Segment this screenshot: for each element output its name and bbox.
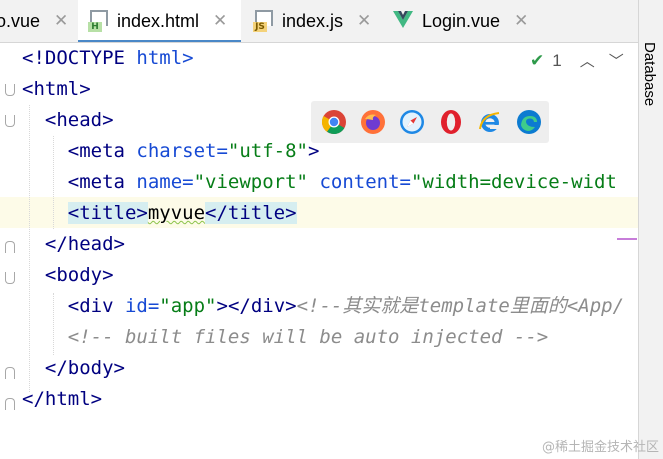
tab-app-vue[interactable]: o.vue ✕ xyxy=(0,0,68,42)
tag-close: > xyxy=(308,140,320,162)
fold-marker[interactable] xyxy=(5,367,15,379)
inspection-widget[interactable]: ✔ 1 ︿ ﹀ xyxy=(530,50,624,71)
fold-marker[interactable] xyxy=(5,398,15,410)
fold-marker[interactable] xyxy=(5,241,15,253)
vue-file-icon xyxy=(393,10,413,32)
watermark: @稀土掘金技术社区 xyxy=(541,440,659,455)
html-close-tag: </html> xyxy=(22,388,103,410)
right-tool-sidebar: Database xyxy=(638,0,663,459)
editor-tab-bar: o.vue ✕ H index.html ✕ JS index.js ✕ Log… xyxy=(0,0,638,43)
tab-login-vue[interactable]: Login.vue ✕ xyxy=(393,0,528,42)
head-close-tag: </head> xyxy=(44,233,125,255)
fold-marker[interactable] xyxy=(5,84,15,96)
fold-marker[interactable] xyxy=(5,115,15,127)
attr-value: "viewport" xyxy=(193,171,308,193)
tab-index-js[interactable]: JS index.js ✕ xyxy=(253,0,371,42)
title-text: myvue xyxy=(147,202,206,224)
doctype-value: html> xyxy=(124,47,194,69)
close-icon[interactable]: ✕ xyxy=(357,11,371,31)
browser-preview-popup xyxy=(311,101,549,143)
attr-name: charset= xyxy=(136,140,228,162)
attr-value: "width=device-widt xyxy=(410,171,617,193)
attr-name: name= xyxy=(136,171,194,193)
error-stripe-mark xyxy=(617,238,637,240)
js-file-icon: JS xyxy=(253,10,273,32)
doctype-token: <!DOCTYPE xyxy=(22,47,125,69)
html-open-tag: <html> xyxy=(22,78,91,100)
attr-value: "utf-8" xyxy=(227,140,308,162)
safari-icon[interactable] xyxy=(399,109,425,135)
title-open-tag: <title> xyxy=(67,202,148,224)
close-icon[interactable]: ✕ xyxy=(514,11,528,31)
chevron-up-icon[interactable]: ︿ xyxy=(580,50,595,71)
chrome-icon[interactable] xyxy=(321,109,347,135)
tab-label: index.html xyxy=(117,10,200,31)
inline-comment: <!--其实就是template里面的<App/ xyxy=(296,295,625,317)
firefox-icon[interactable] xyxy=(360,109,386,135)
div-tag: <div xyxy=(67,295,125,317)
chevron-down-icon[interactable]: ﹀ xyxy=(609,50,624,71)
body-close-tag: </body> xyxy=(44,357,125,379)
close-icon[interactable]: ✕ xyxy=(54,11,68,31)
meta-tag: <meta xyxy=(67,140,137,162)
close-icon[interactable]: ✕ xyxy=(213,11,227,31)
tab-index-html[interactable]: H index.html ✕ xyxy=(78,0,241,42)
opera-icon[interactable] xyxy=(438,109,464,135)
fold-marker[interactable] xyxy=(5,272,15,284)
title-close-tag: </title> xyxy=(205,202,297,224)
head-open-tag: <head> xyxy=(44,109,114,131)
meta-tag: <meta xyxy=(67,171,137,193)
check-icon: ✔ xyxy=(530,50,545,71)
attr-name: id= xyxy=(124,295,160,317)
comment: <!-- built files will be auto injected -… xyxy=(67,326,549,348)
tab-label: index.js xyxy=(282,10,344,31)
attr-value: "app" xyxy=(159,295,217,317)
edge-icon[interactable] xyxy=(516,109,542,135)
tag-close: ></div> xyxy=(216,295,297,317)
body-open-tag: <body> xyxy=(44,264,114,286)
inspection-count: 1 xyxy=(552,50,562,70)
tab-label: o.vue xyxy=(0,10,41,31)
attr-name: content= xyxy=(308,171,411,193)
database-tool-button[interactable]: Database xyxy=(641,42,658,106)
html-file-icon: H xyxy=(88,10,108,32)
tab-label: Login.vue xyxy=(422,10,501,31)
internet-explorer-icon[interactable] xyxy=(477,109,503,135)
